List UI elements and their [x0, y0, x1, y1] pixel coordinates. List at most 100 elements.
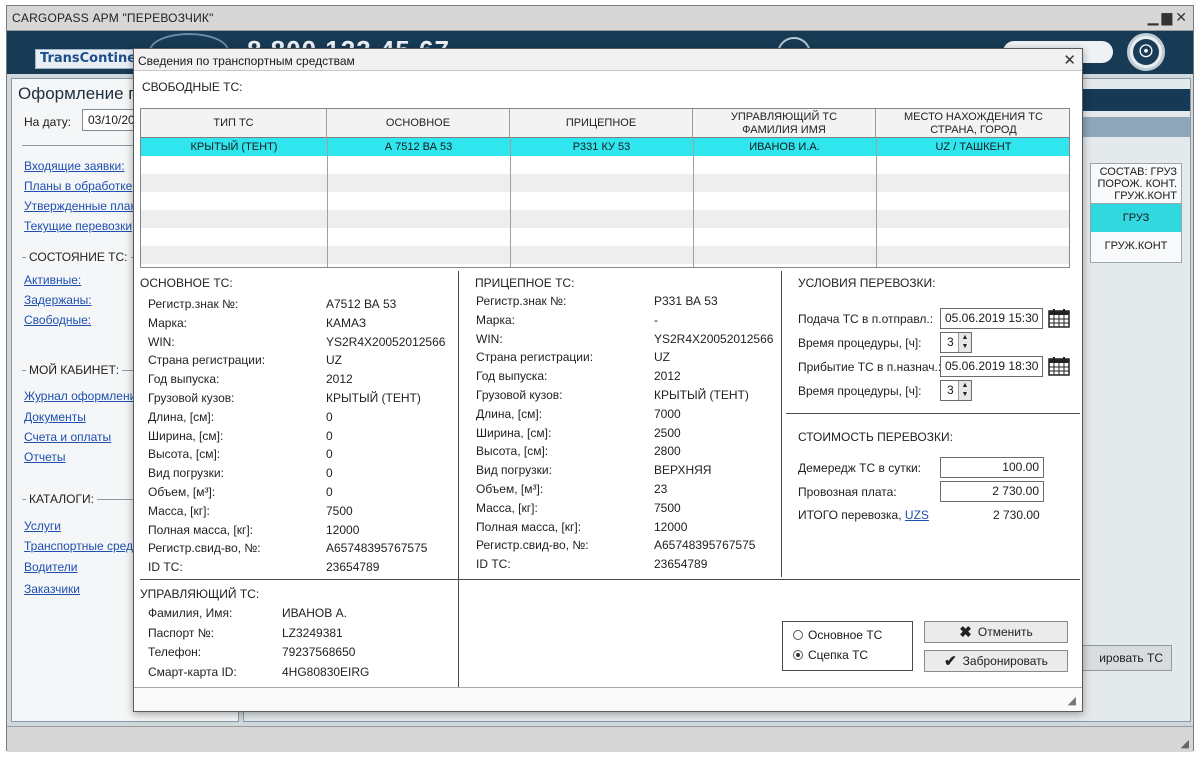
field-label: Вид погрузки:	[476, 463, 552, 478]
field-value: -	[654, 312, 658, 327]
field-value: 0	[326, 447, 333, 462]
procedure-time-spinner[interactable]: 3 ▲ ▼	[940, 332, 972, 353]
book-button[interactable]: ✔ Забронировать	[924, 650, 1068, 672]
cell-driver: ИВАНОВ И.А.	[749, 141, 820, 153]
dialog-title: Сведения по транспортным средствам	[138, 54, 355, 68]
grid-header: ТИП ТС ОСНОВНОЕ ПРИЦЕПНОЕ УПРАВЛЯЮЩИЙ ТС…	[141, 109, 1069, 138]
conditions-title: УСЛОВИЯ ПЕРЕВОЗКИ:	[798, 276, 936, 290]
field-label: Масса, [кг]:	[476, 500, 538, 515]
book-button-label: Забронировать	[962, 654, 1048, 668]
field-value: 12000	[654, 519, 688, 534]
field-label: Полная масса, [кг]:	[476, 519, 582, 534]
grid-row-empty[interactable]	[141, 210, 1069, 228]
field-value: А7512 ВА 53	[326, 297, 397, 311]
field-value: 0	[326, 409, 333, 424]
grid-row-empty[interactable]	[141, 246, 1069, 264]
resize-grip-icon[interactable]: ◢	[1181, 737, 1189, 750]
maximize-icon[interactable]: ▆	[1161, 9, 1172, 25]
grid-divider	[693, 138, 694, 267]
grid-row-empty[interactable]	[141, 174, 1069, 192]
radio-off-icon	[793, 630, 803, 640]
dialog-titlebar: Сведения по транспортным средствам ✕	[134, 49, 1082, 71]
composition-row[interactable]: ГРУЖ.КОНТ	[1091, 232, 1181, 260]
field-label: WIN:	[476, 331, 503, 346]
book-vehicle-button[interactable]: ировать ТС	[1078, 645, 1172, 671]
column-header-text: ПРИЦЕПНОЕ	[565, 117, 637, 129]
field-value: UZ	[326, 353, 342, 368]
procedure-time-label: Время процедуры, [ч]:	[798, 384, 922, 398]
field-value: 2012	[654, 369, 681, 384]
field-label: Паспорт №:	[148, 625, 214, 640]
field-value: 79237568650	[282, 645, 356, 659]
field-value: 2800	[654, 444, 681, 459]
column-header-text: МЕСТО НАХОЖДЕНИЯ ТС	[904, 110, 1043, 123]
departure-datetime-field[interactable]: 05.06.2019 15:30	[940, 308, 1043, 329]
close-icon[interactable]: ✕	[1175, 9, 1187, 25]
column-header-main[interactable]: ОСНОВНОЕ	[327, 109, 510, 138]
composition-header: СОСТАВ: ГРУЗ ПОРОЖ. КОНТ. ГРУЖ.КОНТ	[1091, 164, 1181, 204]
field-label: Регистр.свид-во, №:	[148, 541, 261, 556]
app-titlebar: CARGOPASS АРМ "ПЕРЕВОЗЧИК" ▁ ▆ ✕	[7, 6, 1193, 31]
column-header-location[interactable]: МЕСТО НАХОЖДЕНИЯ ТС СТРАНА, ГОРОД	[876, 109, 1069, 138]
right-subheader-bar	[1078, 117, 1190, 137]
resize-grip-icon[interactable]: ◢	[1068, 694, 1076, 707]
free-vehicles-title: СВОБОДНЫЕ ТС:	[142, 80, 243, 94]
field-label: Регистр.знак №:	[476, 294, 567, 308]
field-label: Ширина, [см]:	[148, 428, 224, 443]
column-header-type[interactable]: ТИП ТС	[141, 109, 327, 138]
vertical-divider	[781, 271, 782, 577]
vehicle-info-dialog: Сведения по транспортным средствам ✕ СВО…	[133, 48, 1083, 712]
grid-divider	[876, 138, 877, 267]
column-header-driver[interactable]: УПРАВЛЯЮЩИЙ ТС ФАМИЛИЯ ИМЯ	[693, 109, 876, 138]
freight-label: Провозная плата:	[798, 485, 897, 499]
currency-link[interactable]: UZS	[905, 508, 929, 522]
field-value: 0	[326, 485, 333, 499]
calendar-icon[interactable]	[1048, 356, 1070, 376]
cell-location: UZ / ТАШКЕНТ	[935, 141, 1012, 153]
field-label: WIN:	[148, 334, 175, 349]
spinner-arrows-icon[interactable]: ▲ ▼	[958, 333, 971, 352]
grid-row-empty[interactable]	[141, 228, 1069, 246]
column-header-trailer[interactable]: ПРИЦЕПНОЕ	[510, 109, 693, 138]
field-label: Телефон:	[148, 645, 202, 659]
spinner-arrows-icon[interactable]: ▲ ▼	[958, 381, 971, 400]
dialog-close-icon[interactable]: ✕	[1063, 51, 1076, 69]
dialog-statusbar: ◢	[134, 687, 1082, 711]
procedure-time-spinner[interactable]: 3 ▲ ▼	[940, 380, 972, 401]
field-label: Вид погрузки:	[148, 466, 224, 481]
freight-field[interactable]: 2 730.00	[940, 481, 1044, 502]
grid-row-empty[interactable]	[141, 156, 1069, 174]
field-label: Фамилия, Имя:	[148, 606, 233, 620]
composition-header-line: ПОРОЖ. КОНТ.	[1097, 178, 1177, 190]
field-value: 0	[326, 428, 333, 443]
grid-row-selected[interactable]: КРЫТЫЙ (ТЕНТ) А 7512 ВА 53 Р331 КУ 53 ИВ…	[141, 138, 1069, 156]
field-label: Год выпуска:	[148, 372, 220, 387]
cancel-button-label: Отменить	[977, 625, 1033, 639]
field-label: Регистр.свид-во, №:	[476, 538, 589, 553]
field-label: Регистр.знак №:	[148, 297, 239, 311]
calendar-icon[interactable]	[1048, 308, 1070, 328]
accessibility-button[interactable]: ☉	[1127, 33, 1165, 71]
field-value: КРЫТЫЙ (ТЕНТ)	[326, 391, 421, 405]
radio-main-vehicle[interactable]: Основное ТС	[793, 628, 882, 642]
minimize-icon[interactable]: ▁	[1148, 9, 1159, 25]
demurrage-field[interactable]: 100.00	[940, 457, 1044, 478]
field-value: КРЫТЫЙ (ТЕНТ)	[654, 388, 749, 402]
field-label: Полная масса, [кг]:	[148, 522, 254, 537]
cabinet-group-title: МОЙ КАБИНЕТ:	[26, 363, 123, 377]
field-label: Объем, [м³]:	[148, 485, 216, 499]
demurrage-label: Демередж ТС в сутки:	[798, 461, 921, 475]
arrival-datetime-field[interactable]: 05.06.2019 18:30	[940, 356, 1043, 377]
field-label: Марка:	[476, 312, 515, 327]
grid-row-empty[interactable]	[141, 192, 1069, 210]
field-value: UZ	[654, 350, 670, 365]
field-value: А65748395767575	[654, 538, 756, 553]
horizontal-divider	[786, 413, 1080, 414]
radio-coupling[interactable]: Сцепка ТС	[793, 648, 868, 662]
radio-label: Основное ТС	[808, 628, 883, 642]
composition-row[interactable]: ГРУЗ	[1091, 204, 1181, 232]
vehicle-mode-radio-group: Основное ТС Сцепка ТС	[782, 621, 913, 671]
field-value: LZ3249381	[282, 625, 343, 640]
field-label: Страна регистрации:	[476, 350, 594, 365]
cancel-button[interactable]: ✖ Отменить	[924, 621, 1068, 643]
